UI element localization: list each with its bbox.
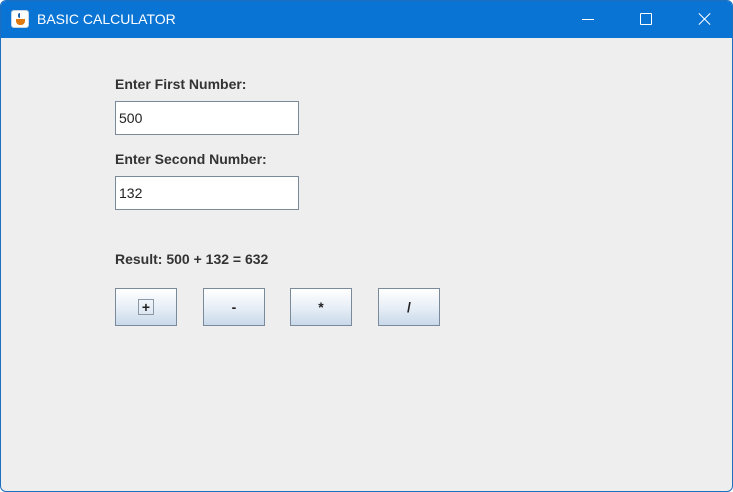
minimize-icon (582, 19, 594, 20)
subtract-button-label: - (231, 299, 237, 315)
close-icon (698, 12, 712, 26)
divide-button-label: / (407, 299, 411, 315)
maximize-icon (640, 13, 652, 25)
add-button[interactable]: + (115, 288, 177, 326)
first-number-field[interactable] (115, 101, 299, 135)
multiply-button-label: * (318, 299, 324, 315)
multiply-button[interactable]: * (290, 288, 352, 326)
add-button-label: + (137, 299, 155, 315)
result-label: Result: 500 + 132 = 632 (115, 251, 269, 267)
first-number-label: Enter First Number: (115, 76, 247, 92)
second-number-field[interactable] (115, 176, 299, 210)
divide-button[interactable]: / (378, 288, 440, 326)
java-cup-icon (11, 10, 29, 28)
second-number-label: Enter Second Number: (115, 151, 267, 167)
subtract-button[interactable]: - (203, 288, 265, 326)
minimize-button[interactable] (559, 1, 617, 38)
maximize-button[interactable] (617, 1, 675, 38)
title-bar[interactable]: BASIC CALCULATOR (1, 1, 732, 38)
window-title: BASIC CALCULATOR (37, 11, 176, 27)
close-button[interactable] (675, 1, 732, 38)
calculator-window: BASIC CALCULATOR Enter First Number: Ent… (0, 0, 733, 492)
